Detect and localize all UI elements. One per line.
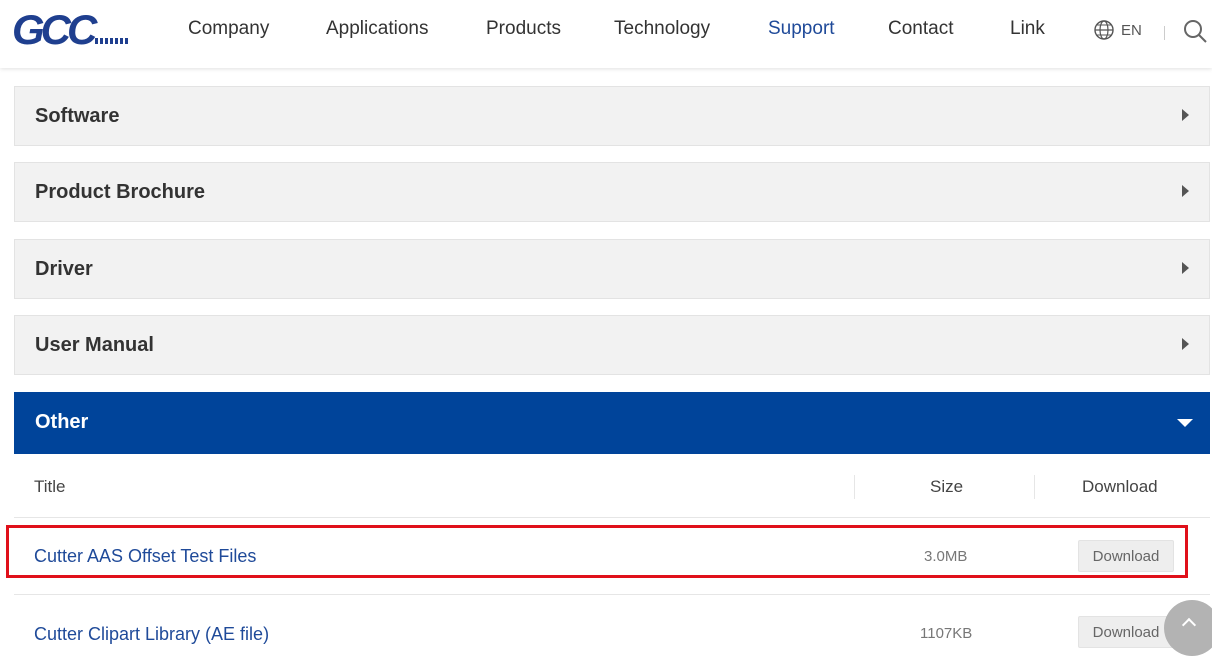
- caret-right-icon: [1182, 185, 1189, 197]
- accordion-software[interactable]: Software: [14, 86, 1210, 146]
- table-row: Cutter Clipart Library (AE file) 1107KB …: [14, 596, 1210, 672]
- search-button[interactable]: [1182, 18, 1208, 49]
- column-divider: [854, 475, 855, 499]
- header-divider: [1164, 26, 1165, 40]
- nav-support[interactable]: Support: [768, 18, 835, 40]
- download-button[interactable]: Download: [1078, 616, 1174, 648]
- nav-applications[interactable]: Applications: [326, 18, 428, 40]
- nav-products[interactable]: Products: [486, 18, 561, 40]
- chevron-up-icon: [1181, 617, 1197, 633]
- logo-text: GCC: [12, 6, 97, 53]
- caret-right-icon: [1182, 262, 1189, 274]
- accordion-title: Software: [35, 105, 120, 127]
- nav-link[interactable]: Link: [1010, 18, 1045, 40]
- nav-technology[interactable]: Technology: [614, 18, 710, 40]
- accordion-user-manual[interactable]: User Manual: [14, 315, 1210, 375]
- accordion-title: Other: [35, 411, 89, 433]
- file-size: 3.0MB: [924, 548, 968, 565]
- column-divider: [1034, 475, 1035, 499]
- column-header-download: Download: [1082, 477, 1158, 496]
- search-icon: [1184, 20, 1207, 43]
- file-size: 1107KB: [920, 625, 973, 642]
- table-row: Cutter AAS Offset Test Files 3.0MB Downl…: [14, 518, 1210, 594]
- gcc-logo[interactable]: GCC: [12, 6, 130, 53]
- accordion-title: Driver: [35, 258, 93, 280]
- caret-down-icon: [1177, 419, 1193, 427]
- nav-company[interactable]: Company: [188, 18, 269, 40]
- column-header-title: Title: [34, 477, 66, 496]
- row-divider: [14, 594, 1210, 595]
- language-label: EN: [1121, 21, 1142, 39]
- accordion-driver[interactable]: Driver: [14, 239, 1210, 299]
- language-selector[interactable]: EN: [1093, 19, 1142, 41]
- downloads-table-header: Title Size Download: [14, 455, 1210, 518]
- back-to-top-button[interactable]: [1164, 600, 1212, 656]
- accordion-product-brochure[interactable]: Product Brochure: [14, 162, 1210, 222]
- column-header-size: Size: [930, 477, 964, 496]
- accordion-title: Product Brochure: [35, 181, 206, 203]
- caret-right-icon: [1182, 338, 1189, 350]
- accordion-other[interactable]: Other: [14, 392, 1210, 454]
- download-button[interactable]: Download: [1078, 540, 1174, 572]
- file-title-link[interactable]: Cutter AAS Offset Test Files: [34, 546, 256, 567]
- logo-stripes: [95, 38, 130, 44]
- site-header: GCC Company Applications Products Techno…: [0, 0, 1212, 68]
- accordion-title: User Manual: [35, 334, 154, 356]
- nav-contact[interactable]: Contact: [888, 18, 953, 40]
- globe-icon: [1094, 20, 1114, 40]
- caret-right-icon: [1182, 109, 1189, 121]
